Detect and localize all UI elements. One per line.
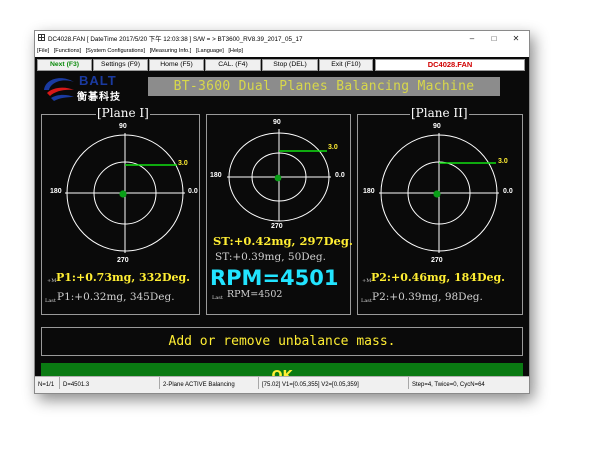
plane-1-label-90: 90 (119, 123, 127, 130)
static-scale-label: 3.0 (328, 144, 338, 151)
plane-2-last-reading: P2:+0.39mg, 98Deg. (372, 291, 483, 303)
logo: BALT 衡碁科技 (41, 73, 141, 103)
close-icon[interactable]: ✕ (505, 31, 527, 46)
static-st-second-reading: ST:+0.39mg, 50Deg. (215, 251, 326, 263)
plane-1-panel: [Plane I] 90 180 0.0 270 3.0 +M P1:+0.73… (41, 106, 200, 315)
static-label-270: 270 (271, 223, 283, 230)
plane-2-panel: [Plane II] 90 180 0.0 270 3.0 +M P2:+0.4… (357, 106, 523, 315)
app-window: DC4028.FAN [ DateTime 2017/5/20 下午 12:03… (34, 30, 530, 394)
maximize-icon[interactable]: □ (483, 31, 505, 46)
plane-1-now-prefix: +M (47, 278, 57, 284)
static-label-0: 0.0 (335, 172, 345, 179)
plane-1-scale-label: 3.0 (178, 160, 188, 167)
status-separator (159, 377, 160, 389)
machine-title-banner: BT-3600 Dual Planes Balancing Machine (148, 77, 500, 96)
plane-2-label-180: 180 (363, 188, 375, 195)
static-unbalance-point (274, 174, 282, 182)
status-bar: N=1/1 D=4501.3 2-Plane ACTIVE Balancing … (35, 376, 529, 393)
static-label-180: 180 (210, 172, 222, 179)
status-separator (258, 377, 259, 389)
menu-help[interactable]: [Help] (228, 48, 243, 54)
settings-button[interactable]: Settings (F9) (93, 59, 148, 71)
plane-2-scale-label: 3.0 (498, 158, 508, 165)
exit-button[interactable]: Exit (F10) (319, 59, 373, 71)
file-name-display: DC4028.FAN (375, 59, 525, 71)
plane-2-now-prefix: +M (362, 278, 372, 284)
plane-2-polar-plot (379, 133, 499, 253)
window-title: DC4028.FAN [ DateTime 2017/5/20 下午 12:03… (48, 36, 303, 43)
static-st-reading: ST:+0.42mg, 297Deg. (213, 234, 353, 248)
plane-1-label-180: 180 (50, 188, 62, 195)
status-step: Step=4, Twice=0, CycN=64 (412, 382, 485, 388)
status-separator (59, 377, 60, 389)
menu-language[interactable]: [Language] (196, 48, 224, 54)
last-rpm-reading: RPM=4502 (227, 289, 283, 300)
plane-2-unbalance-point (433, 190, 441, 198)
minimize-icon[interactable]: – (461, 31, 483, 46)
next-button[interactable]: Next (F3) (37, 59, 92, 71)
plane-1-last-reading: P1:+0.32mg, 345Deg. (57, 291, 175, 303)
title-bar: DC4028.FAN [ DateTime 2017/5/20 下午 12:03… (35, 31, 529, 46)
stop-button[interactable]: Stop (DEL) (262, 59, 318, 71)
status-n: N=1/1 (38, 382, 55, 388)
static-label-90: 90 (273, 119, 281, 126)
rpm-display: RPM=4501 (210, 266, 339, 290)
plane-2-last-prefix: Last (361, 298, 372, 304)
plane-2-label-90: 90 (433, 123, 441, 130)
menu-measuring-info[interactable]: [Measuring Info.] (150, 48, 192, 54)
cal-button[interactable]: CAL. (F4) (205, 59, 261, 71)
menu-functions[interactable]: [Functions] (54, 48, 81, 54)
menu-system-configurations[interactable]: [System Configurations] (86, 48, 145, 54)
menu-file[interactable]: [File] (37, 48, 49, 54)
plane-1-label-0: 0.0 (188, 188, 198, 195)
menu-bar: [File] [Functions] [System Configuration… (35, 46, 529, 57)
plane-1-polar-plot (65, 133, 185, 253)
main-content: Next (F3) Settings (F9) Home (F5) CAL. (… (35, 57, 529, 391)
plane-1-last-prefix: Last (45, 298, 56, 304)
plane-2-label-270: 270 (431, 257, 443, 264)
app-icon (38, 34, 45, 41)
plane-1-label-270: 270 (117, 257, 129, 264)
plane-1-unbalance-point (119, 190, 127, 198)
logo-brand-text: BALT (79, 73, 117, 88)
plane-1-current-reading: P1:+0.73mg, 332Deg. (56, 271, 191, 284)
status-separator (408, 377, 409, 389)
status-d: D=4501.3 (63, 382, 90, 388)
instruction-message: Add or remove unbalance mass. (41, 327, 523, 356)
status-vectors: [75.02] V1=[0.05,355] V2=[0.05,359] (262, 382, 359, 388)
home-button[interactable]: Home (F5) (149, 59, 204, 71)
static-last-prefix: Last (212, 295, 223, 301)
logo-mark-icon (44, 78, 74, 101)
status-mode: 2-Plane ACTIVE Balancing (163, 382, 235, 388)
logo-chinese-text: 衡碁科技 (77, 92, 121, 103)
plane-2-current-reading: P2:+0.46mg, 184Deg. (371, 271, 506, 284)
plane-2-label-0: 0.0 (503, 188, 513, 195)
